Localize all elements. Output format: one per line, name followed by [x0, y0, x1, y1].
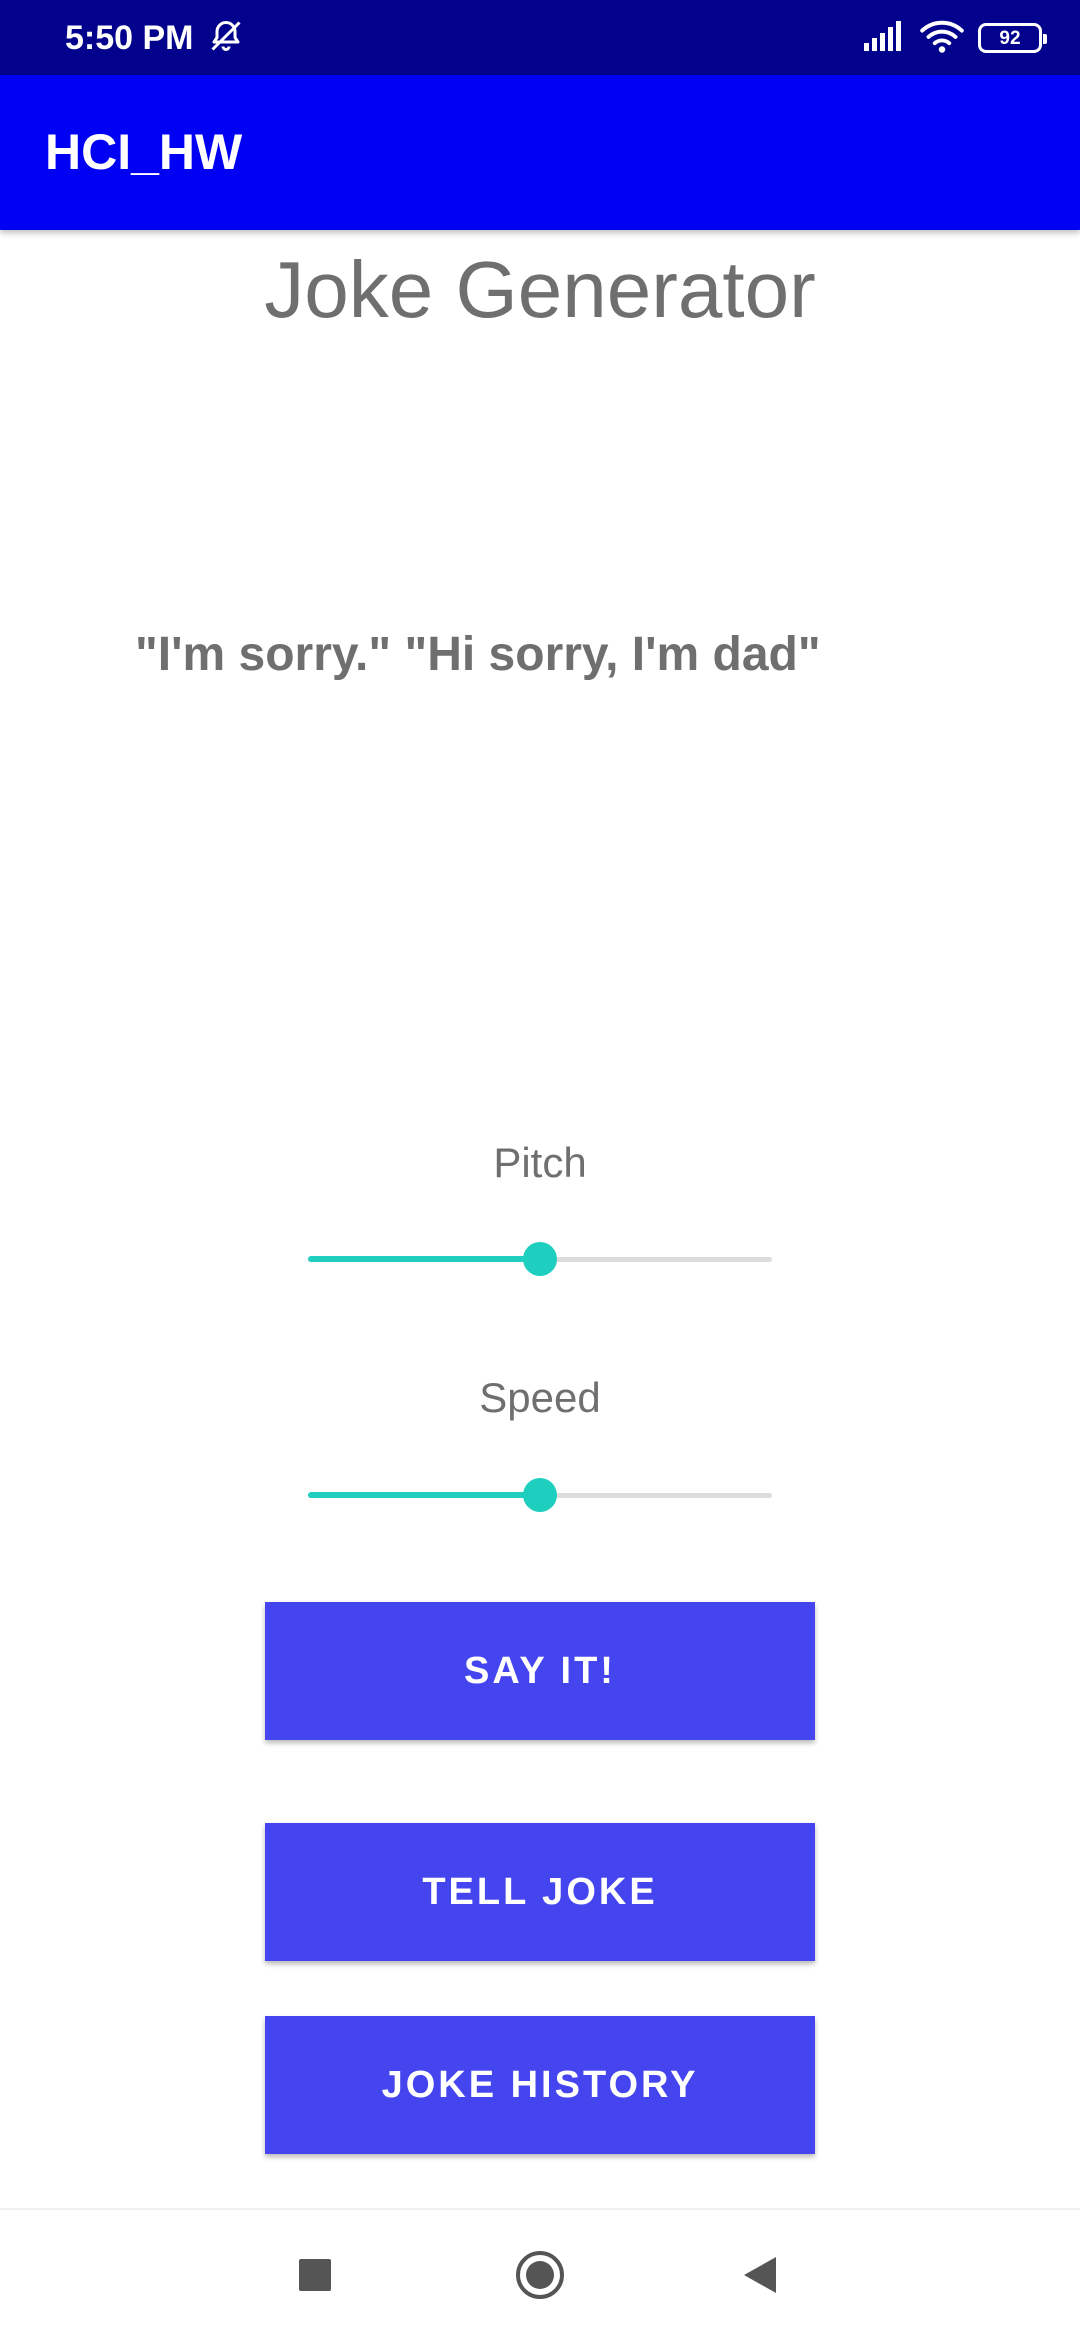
speed-slider[interactable]	[308, 1470, 772, 1520]
status-right: 92	[864, 18, 1047, 59]
battery-level: 92	[999, 27, 1021, 49]
alarm-off-icon	[208, 18, 244, 59]
pitch-slider[interactable]	[308, 1234, 772, 1284]
joke-text: "I'm sorry." "Hi sorry, I'm dad"	[135, 628, 821, 681]
say-it-button[interactable]: SAY IT!	[265, 1602, 815, 1740]
app-title: HCI_HW	[45, 124, 243, 180]
back-icon	[742, 2255, 778, 2300]
app-bar: HCI_HW	[0, 75, 1080, 230]
recents-icon	[298, 2258, 332, 2297]
home-icon	[514, 2249, 566, 2306]
status-left: 5:50 PM	[65, 18, 244, 58]
joke-history-button[interactable]: JOKE HISTORY	[265, 2016, 815, 2154]
pitch-slider-fill	[308, 1256, 540, 1262]
page-title: Joke Generator	[264, 245, 816, 334]
tell-joke-button[interactable]: TELL JOKE	[265, 1823, 815, 1961]
status-time: 5:50 PM	[65, 19, 194, 57]
back-button[interactable]	[715, 2232, 805, 2322]
signal-icon	[864, 20, 906, 56]
recents-button[interactable]	[270, 2232, 360, 2322]
home-button[interactable]	[495, 2232, 585, 2322]
speed-slider-fill	[308, 1492, 540, 1498]
navigation-bar	[0, 2208, 1080, 2340]
speed-label: Speed	[479, 1374, 601, 1421]
wifi-icon	[920, 18, 964, 59]
battery-icon: 92	[978, 23, 1047, 53]
pitch-slider-thumb[interactable]	[523, 1242, 557, 1276]
status-bar: 5:50 PM 92	[0, 0, 1080, 75]
pitch-label: Pitch	[493, 1139, 587, 1186]
speed-slider-thumb[interactable]	[523, 1478, 557, 1512]
